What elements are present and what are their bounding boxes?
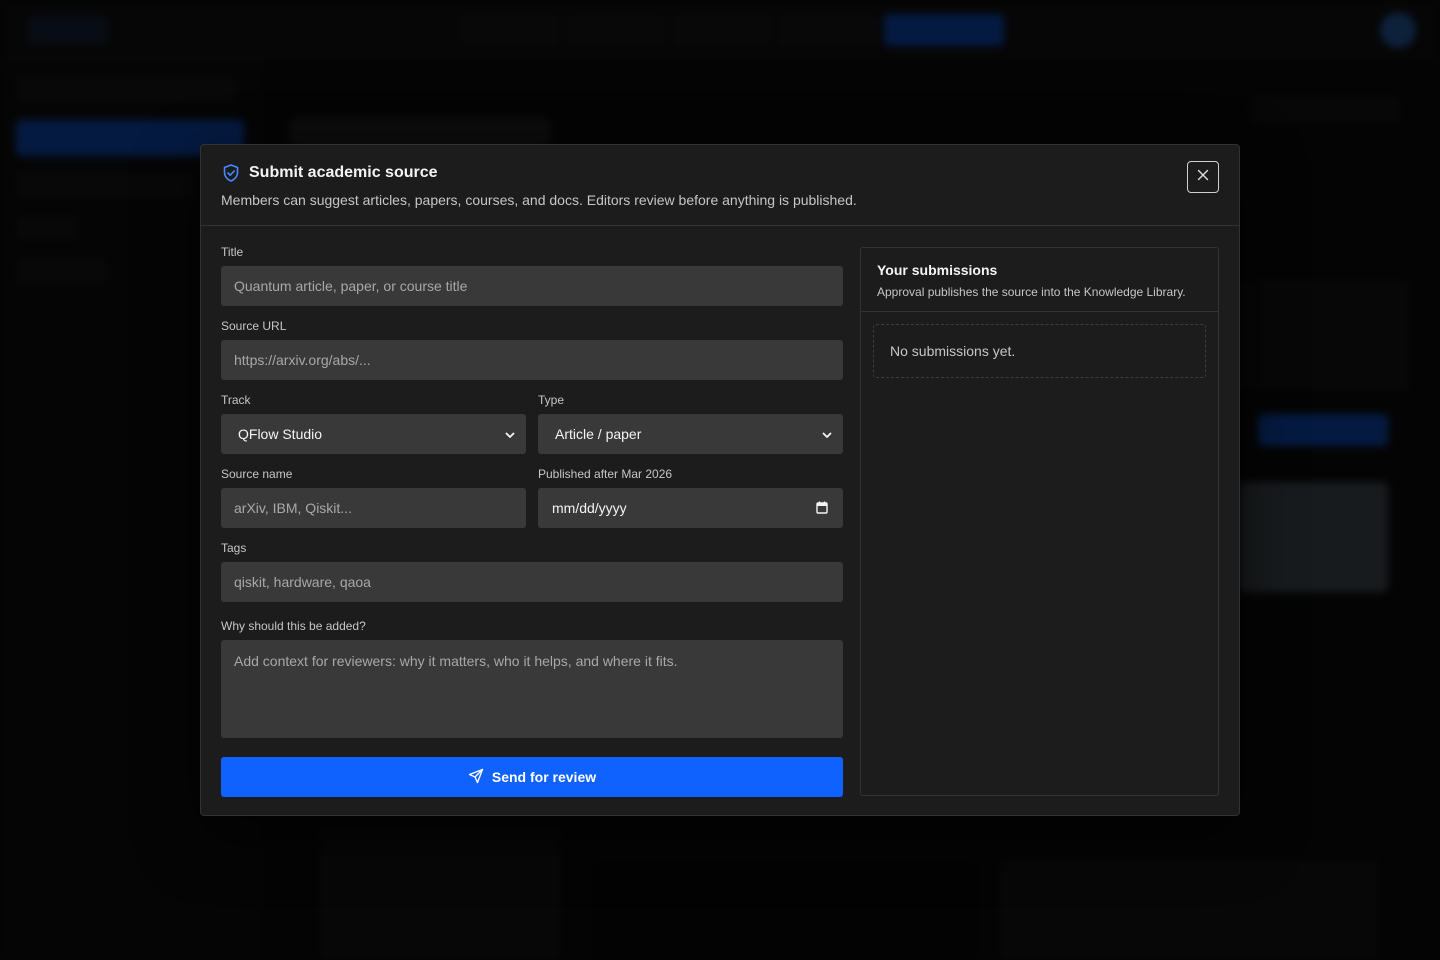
submissions-title: Your submissions <box>877 262 998 278</box>
source-name-label: Source name <box>221 467 293 481</box>
type-field-group: Type Article / paper <box>538 393 843 454</box>
track-type-row: Track QFlow Studio Type Article / paper <box>221 393 843 467</box>
submissions-empty-state: No submissions yet. <box>873 324 1206 378</box>
track-field-group: Track QFlow Studio <box>221 393 526 454</box>
source-name-input[interactable] <box>221 488 526 528</box>
published-date-field-group: Published after Mar 2026 mm/dd/yyyy <box>538 467 843 528</box>
type-selected-value: Article / paper <box>555 426 642 442</box>
chevron-down-icon <box>504 428 516 444</box>
type-label: Type <box>538 393 565 407</box>
submission-form: Title Source URL Track QFlow Studio Type <box>221 245 843 797</box>
close-button[interactable] <box>1187 161 1219 193</box>
source-name-field-group: Source name <box>221 467 526 528</box>
send-icon <box>468 768 484 787</box>
submissions-panel: Your submissions Approval publishes the … <box>860 247 1219 796</box>
source-date-row: Source name Published after Mar 2026 mm/… <box>221 467 843 541</box>
published-date-input[interactable]: mm/dd/yyyy <box>538 488 843 528</box>
calendar-icon[interactable] <box>816 501 828 517</box>
track-select[interactable]: QFlow Studio <box>221 414 526 454</box>
dialog-title-row: Submit academic source <box>221 163 1219 183</box>
reason-label: Why should this be added? <box>221 619 366 633</box>
dialog-header: Submit academic source Members can sugge… <box>201 145 1239 226</box>
source-url-label: Source URL <box>221 319 287 333</box>
dialog-title: Submit academic source <box>249 164 438 181</box>
submissions-subtitle: Approval publishes the source into the K… <box>877 285 1186 299</box>
track-label: Track <box>221 393 251 407</box>
send-for-review-label: Send for review <box>491 769 597 785</box>
submit-source-dialog: Submit academic source Members can sugge… <box>200 144 1240 816</box>
title-input[interactable] <box>221 266 843 306</box>
track-selected-value: QFlow Studio <box>238 426 323 442</box>
tags-label: Tags <box>221 541 247 555</box>
date-placeholder: mm/dd/yyyy <box>552 500 627 516</box>
close-icon <box>1197 168 1209 186</box>
title-label: Title <box>221 245 244 259</box>
reason-textarea[interactable] <box>221 640 843 738</box>
type-select[interactable]: Article / paper <box>538 414 843 454</box>
published-date-label: Published after Mar 2026 <box>538 467 673 481</box>
dialog-subtitle: Members can suggest articles, papers, co… <box>221 192 857 208</box>
source-url-input[interactable] <box>221 340 843 380</box>
reason-field-group: Why should this be added? <box>221 619 843 743</box>
chevron-down-icon <box>821 428 833 444</box>
tags-field-group: Tags <box>221 541 843 602</box>
source-url-field-group: Source URL <box>221 319 843 380</box>
submissions-header: Your submissions Approval publishes the … <box>861 248 1218 312</box>
tags-input[interactable] <box>221 562 843 602</box>
send-for-review-button[interactable]: Send for review <box>221 757 843 797</box>
title-field-group: Title <box>221 245 843 306</box>
shield-check-icon <box>221 163 241 183</box>
